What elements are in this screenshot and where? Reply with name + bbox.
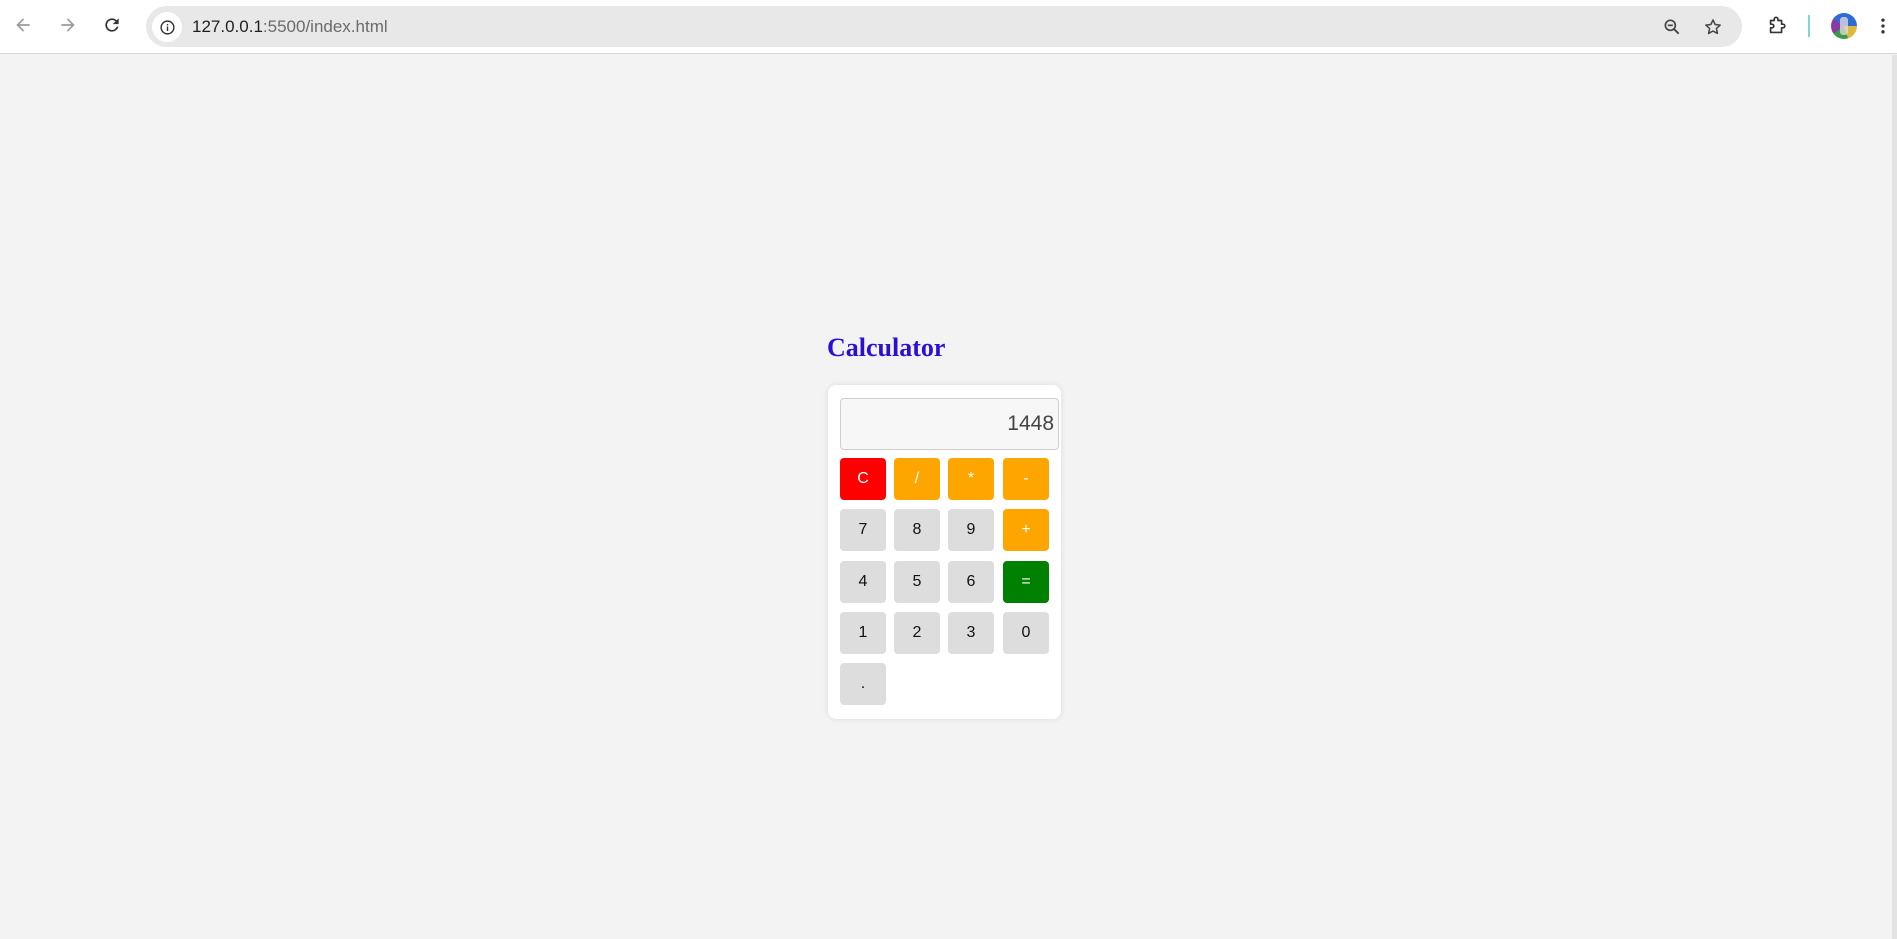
- url-text[interactable]: 127.0.0.1:5500/index.html: [192, 6, 388, 47]
- back-arrow-icon[interactable]: [8, 10, 38, 40]
- digit-3-button[interactable]: 3: [948, 612, 994, 654]
- equals-button[interactable]: =: [1003, 561, 1049, 603]
- digit-1-button[interactable]: 1: [840, 612, 886, 654]
- avatar[interactable]: [1831, 13, 1857, 39]
- digit-0-button[interactable]: 0: [1003, 612, 1049, 654]
- digit-6-button[interactable]: 6: [948, 561, 994, 603]
- decimal-button[interactable]: .: [840, 663, 886, 705]
- digit-4-button[interactable]: 4: [840, 561, 886, 603]
- digit-9-button[interactable]: 9: [948, 509, 994, 551]
- extensions-puzzle-icon[interactable]: [1763, 12, 1791, 40]
- forward-arrow-icon[interactable]: [53, 10, 83, 40]
- url-path: :5500/index.html: [262, 17, 388, 36]
- kebab-menu-icon[interactable]: [1873, 12, 1893, 40]
- address-bar[interactable]: 127.0.0.1:5500/index.html: [146, 6, 1742, 47]
- info-icon[interactable]: [152, 12, 182, 42]
- reload-icon[interactable]: [97, 10, 127, 40]
- calculator-display[interactable]: [840, 398, 1059, 450]
- digit-5-button[interactable]: 5: [894, 561, 940, 603]
- digit-8-button[interactable]: 8: [894, 509, 940, 551]
- zoom-out-icon[interactable]: [1659, 14, 1685, 40]
- digit-7-button[interactable]: 7: [840, 509, 886, 551]
- digit-2-button[interactable]: 2: [894, 612, 940, 654]
- page-scrollbar[interactable]: [1892, 55, 1897, 939]
- browser-toolbar: 127.0.0.1:5500/index.html: [0, 0, 1897, 54]
- toolbar-divider: [1808, 15, 1810, 37]
- clear-button[interactable]: C: [840, 458, 886, 500]
- subtract-button[interactable]: -: [1003, 458, 1049, 500]
- add-button[interactable]: +: [1003, 509, 1049, 551]
- calculator: C / * - 7 8 9 + 4 5 6 = 1 2 3 0 .: [828, 385, 1061, 719]
- star-icon[interactable]: [1700, 14, 1726, 40]
- divide-button[interactable]: /: [894, 458, 940, 500]
- page-title: Calculator: [827, 333, 946, 362]
- url-host: 127.0.0.1: [192, 17, 263, 36]
- multiply-button[interactable]: *: [948, 458, 994, 500]
